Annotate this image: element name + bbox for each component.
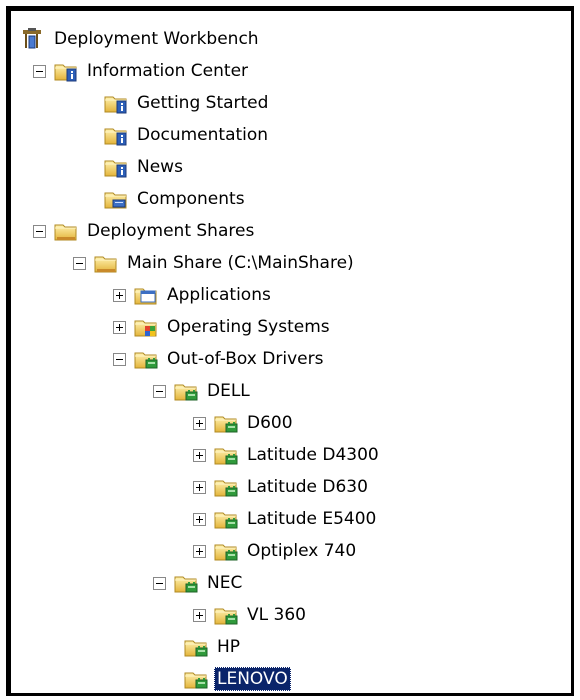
tree-node-getting-started[interactable]: Getting Started xyxy=(104,87,271,119)
expand-icon[interactable] xyxy=(193,544,206,558)
tree-node-label: HP xyxy=(217,637,241,657)
collapse-icon[interactable] xyxy=(153,576,166,590)
drivers-folder-icon xyxy=(214,603,238,627)
tree-node-information-center[interactable]: Information Center xyxy=(33,55,251,87)
drivers-folder-icon xyxy=(184,635,208,659)
drivers-folder-icon xyxy=(214,539,238,563)
tree-node-operating-systems[interactable]: Operating Systems xyxy=(113,311,333,343)
drivers-folder-icon xyxy=(214,475,238,499)
tree-node-label: D600 xyxy=(247,413,293,433)
drivers-folder-icon xyxy=(174,571,198,595)
workbench-icon xyxy=(23,28,41,49)
share-folder-icon xyxy=(54,219,78,243)
navigation-tree: Deployment Workbench Information Center … xyxy=(11,11,571,693)
applications-folder-icon xyxy=(134,283,158,307)
tree-node-label: Components xyxy=(137,189,245,209)
expand-icon[interactable] xyxy=(193,480,206,494)
tree-node-applications[interactable]: Applications xyxy=(113,279,274,311)
tree-node-label: Information Center xyxy=(87,61,249,81)
tree-node-optiplex-740[interactable]: Optiplex 740 xyxy=(193,535,359,567)
drivers-folder-icon xyxy=(214,507,238,531)
tree-node-d600[interactable]: D600 xyxy=(193,407,296,439)
tree-node-documentation[interactable]: Documentation xyxy=(104,119,271,151)
tree-node-nec[interactable]: NEC xyxy=(153,567,245,599)
components-folder-icon xyxy=(104,187,128,211)
info-folder-icon xyxy=(104,155,128,179)
expand-icon[interactable] xyxy=(193,448,206,462)
share-folder-icon xyxy=(94,251,118,275)
tree-node-label-selected: LENOVO xyxy=(214,667,291,691)
tree-node-news[interactable]: News xyxy=(104,151,186,183)
info-folder-icon xyxy=(104,91,128,115)
tree-node-label: Getting Started xyxy=(137,93,269,113)
expand-icon[interactable] xyxy=(193,608,206,622)
collapse-icon[interactable] xyxy=(33,64,46,78)
drivers-folder-icon xyxy=(174,379,198,403)
collapse-icon[interactable] xyxy=(33,224,46,238)
tree-node-label: Documentation xyxy=(137,125,269,145)
tree-node-latitude-d4300[interactable]: Latitude D4300 xyxy=(193,439,382,471)
collapse-icon[interactable] xyxy=(153,384,166,398)
tree-node-label: Applications xyxy=(167,285,271,305)
tree-node-label: VL 360 xyxy=(247,605,306,625)
collapse-icon[interactable] xyxy=(113,352,126,366)
tree-node-label: Deployment Workbench xyxy=(54,29,259,49)
tree-node-latitude-d630[interactable]: Latitude D630 xyxy=(193,471,371,503)
tree-node-label: Operating Systems xyxy=(167,317,330,337)
tree-node-label: Latitude D4300 xyxy=(247,445,379,465)
tree-node-label: Optiplex 740 xyxy=(247,541,357,561)
tree-node-label: Deployment Shares xyxy=(87,221,255,241)
tree-node-lenovo[interactable]: LENOVO xyxy=(184,663,291,693)
tree-node-components[interactable]: Components xyxy=(104,183,248,215)
tree-node-label: Out-of-Box Drivers xyxy=(167,349,324,369)
drivers-folder-icon xyxy=(134,347,158,371)
collapse-icon[interactable] xyxy=(73,256,86,270)
expand-icon[interactable] xyxy=(113,320,126,334)
tree-node-label: Latitude D630 xyxy=(247,477,368,497)
drivers-folder-icon xyxy=(184,667,208,691)
info-folder-icon xyxy=(104,123,128,147)
tree-node-label: DELL xyxy=(207,381,250,401)
tree-panel: Deployment Workbench Information Center … xyxy=(6,6,574,696)
os-folder-icon xyxy=(134,315,158,339)
expand-icon[interactable] xyxy=(193,512,206,526)
tree-node-dell[interactable]: DELL xyxy=(153,375,253,407)
tree-node-out-of-box-drivers[interactable]: Out-of-Box Drivers xyxy=(113,343,326,375)
tree-node-main-share[interactable]: Main Share (C:\MainShare) xyxy=(73,247,357,279)
drivers-folder-icon xyxy=(214,443,238,467)
tree-node-label: Main Share (C:\MainShare) xyxy=(127,253,354,273)
tree-node-label: News xyxy=(137,157,183,177)
tree-node-hp[interactable]: HP xyxy=(184,631,243,663)
tree-node-vl-360[interactable]: VL 360 xyxy=(193,599,309,631)
info-folder-icon xyxy=(54,59,78,83)
expand-icon[interactable] xyxy=(113,288,126,302)
tree-node-label: NEC xyxy=(207,573,243,593)
tree-node-label: Latitude E5400 xyxy=(247,509,377,529)
tree-node-deployment-workbench[interactable]: Deployment Workbench xyxy=(21,23,262,55)
tree-node-latitude-e5400[interactable]: Latitude E5400 xyxy=(193,503,379,535)
drivers-folder-icon xyxy=(214,411,238,435)
tree-node-deployment-shares[interactable]: Deployment Shares xyxy=(33,215,257,247)
expand-icon[interactable] xyxy=(193,416,206,430)
